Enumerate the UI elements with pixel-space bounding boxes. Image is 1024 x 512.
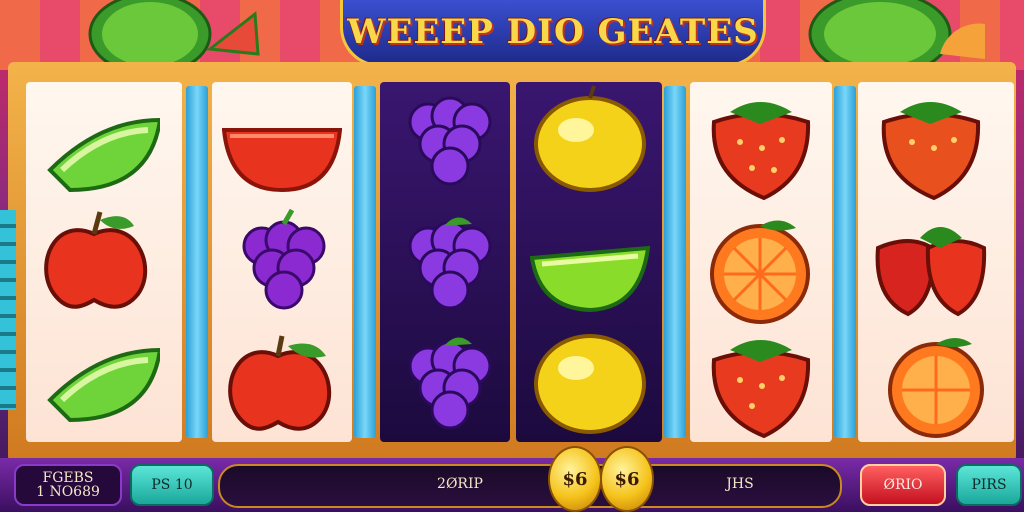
strawberry-icon bbox=[700, 92, 820, 202]
game-title-banner: WEEEP DIO GEATES bbox=[340, 0, 766, 67]
grapes-icon bbox=[388, 86, 508, 196]
auto-button[interactable]: PIRS bbox=[956, 464, 1022, 506]
lemon-icon bbox=[530, 324, 650, 434]
reel-divider bbox=[664, 86, 686, 438]
grapes-icon bbox=[222, 206, 342, 316]
balance-label: FGEBS bbox=[42, 470, 94, 486]
balance-value: 1 NO689 bbox=[36, 484, 100, 500]
strawberry-icon bbox=[700, 330, 820, 440]
coin-left-button[interactable]: $6 bbox=[548, 446, 602, 512]
watermelon-decoration-icon bbox=[80, 0, 260, 76]
grapes-icon bbox=[388, 330, 508, 440]
bet-button[interactable]: PS 10 bbox=[130, 464, 214, 506]
left-readout: 2ØRIP bbox=[437, 476, 483, 492]
reel-divider bbox=[834, 86, 856, 438]
melon-decoration-icon bbox=[790, 0, 990, 78]
reel-divider bbox=[186, 86, 208, 438]
slot-machine-screen: WEEEP DIO GEATES FGEBS 1 NO689 PS 10 2ØR… bbox=[0, 0, 1024, 512]
coin-right-button[interactable]: $6 bbox=[600, 446, 654, 512]
spin-button[interactable]: ØRIO bbox=[860, 464, 946, 506]
lime-slice-icon bbox=[40, 100, 160, 210]
strawberry-icon bbox=[870, 214, 990, 324]
side-light-strip bbox=[0, 210, 16, 410]
strawberry-icon bbox=[870, 92, 990, 202]
lime-slice-icon bbox=[40, 340, 160, 450]
apple-icon bbox=[218, 328, 338, 438]
lime-slice-icon bbox=[530, 228, 650, 338]
reel-divider bbox=[354, 86, 376, 438]
orange-half-icon bbox=[700, 214, 820, 324]
right-readout: JHS bbox=[726, 476, 754, 492]
grapes-icon bbox=[388, 210, 508, 320]
apple-icon bbox=[34, 206, 154, 316]
balance-panel: FGEBS 1 NO689 bbox=[14, 464, 122, 506]
orange-half-icon bbox=[880, 332, 1000, 442]
watermelon-slice-icon bbox=[222, 110, 342, 220]
lemon-icon bbox=[530, 84, 650, 194]
game-title: WEEEP DIO GEATES bbox=[347, 12, 759, 52]
